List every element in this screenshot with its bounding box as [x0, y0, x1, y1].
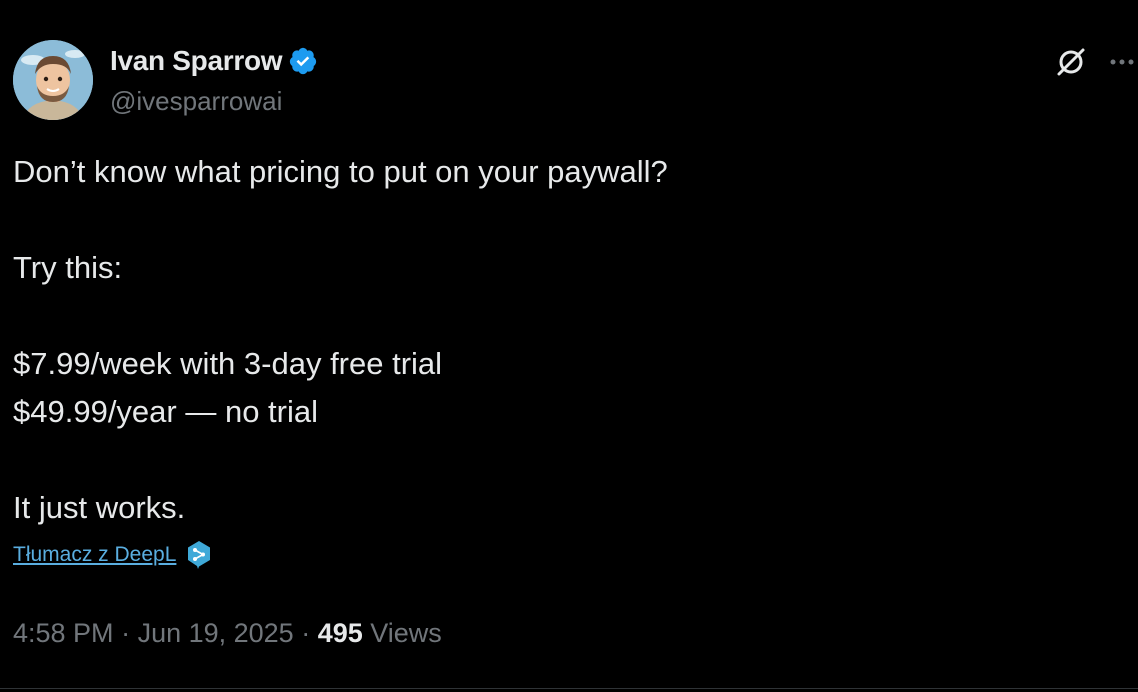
views-label: Views: [362, 618, 442, 648]
tweet-line: $7.99/week with 3-day free trial: [13, 346, 443, 381]
grok-button[interactable]: [1053, 44, 1089, 80]
translate-row: Tłumacz z DeepL: [13, 540, 212, 570]
author-display-name[interactable]: Ivan Sparrow: [110, 45, 283, 77]
tweet-time[interactable]: 4:58 PM: [13, 618, 114, 649]
tweet-text: Don’t know what pricing to put on your p…: [13, 148, 1113, 532]
tweet-meta: 4:58 PM · Jun 19, 2025 · 495 Views: [13, 618, 442, 649]
tweet-date[interactable]: Jun 19, 2025: [138, 618, 294, 649]
verified-badge-icon[interactable]: [288, 46, 318, 76]
tweet-line: $49.99/year — no trial: [13, 394, 319, 429]
more-horizontal-icon: [1110, 59, 1134, 65]
avatar-illustration: [13, 40, 93, 120]
tweet-line: Don’t know what pricing to put on your p…: [13, 154, 668, 189]
translate-link[interactable]: Tłumacz z DeepL: [13, 543, 176, 567]
avatar[interactable]: [13, 40, 93, 120]
tweet-line: Try this:: [13, 250, 123, 285]
deepl-icon[interactable]: [186, 540, 212, 570]
grok-icon: [1057, 48, 1085, 76]
tweet-line: It just works.: [13, 490, 186, 525]
views-count[interactable]: 495: [318, 618, 363, 649]
more-options-button[interactable]: [1106, 44, 1138, 80]
divider: [0, 688, 1138, 689]
author-name-row: Ivan Sparrow: [110, 44, 318, 78]
meta-separator: ·: [293, 618, 318, 648]
meta-separator: ·: [113, 618, 138, 648]
tweet-detail: Ivan Sparrow @ivesparrowai Don’t know wh…: [0, 0, 1138, 692]
author-handle[interactable]: @ivesparrowai: [110, 86, 282, 117]
